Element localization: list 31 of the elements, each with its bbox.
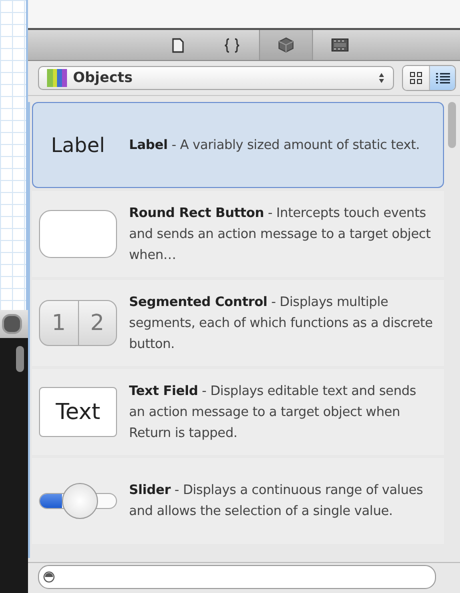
library-item[interactable]: Label Label - A variably sized amount of static text. xyxy=(32,102,444,188)
segment-number: 1 xyxy=(50,310,67,338)
preview-label: Label xyxy=(51,133,105,157)
library-dropdown[interactable]: Objects xyxy=(38,66,394,90)
toggle-icon xyxy=(2,314,22,334)
item-description: Text Field - Displays editable text and sends an action message to a target object when Return is tapped. xyxy=(129,382,418,442)
library-item[interactable]: Slider - Displays a continuous range of values and allows the selection of a single value. xyxy=(32,458,444,544)
filter-field[interactable] xyxy=(38,565,436,589)
segment-number: 2 xyxy=(78,301,116,345)
item-description: Segmented Control - Displays multiple segments, each of which functions as a discrete button. xyxy=(129,294,434,354)
cube-icon xyxy=(278,37,294,53)
scroll-thumb xyxy=(16,346,24,372)
stepper-arrows-icon xyxy=(378,72,385,84)
scroll-thumb xyxy=(448,102,456,148)
grid-icon xyxy=(410,72,422,84)
item-description: Label - A variably sized amount of static text. xyxy=(129,136,420,154)
item-description: Round Rect Button - Intercepts touch events and sends an action message to a target object when… xyxy=(129,204,432,264)
text-field-preview: Text xyxy=(39,387,117,437)
library-item[interactable]: 1 2 Segmented Control - Displays multiple segments, each of which functions as a discrete button. xyxy=(32,280,444,366)
document-icon xyxy=(172,38,184,52)
view-toggle[interactable] xyxy=(429,66,455,90)
item-description: Slider - Displays a continuous range of values and allows the selection of a single value. xyxy=(129,482,424,521)
film-icon xyxy=(331,38,349,52)
list-icon xyxy=(436,72,450,84)
filter-icon xyxy=(43,571,55,583)
library-item[interactable]: Text Text Field - Displays editable text and sends an action message to a target object when Return is tapped. xyxy=(32,369,444,455)
slider-fill xyxy=(40,494,62,508)
books-icon xyxy=(47,69,67,87)
library-item[interactable]: Round Rect Button - Intercepts touch events and sends an action message to a target object when… xyxy=(32,191,444,277)
braces-icon xyxy=(224,38,240,52)
view-toggle[interactable] xyxy=(403,66,429,90)
